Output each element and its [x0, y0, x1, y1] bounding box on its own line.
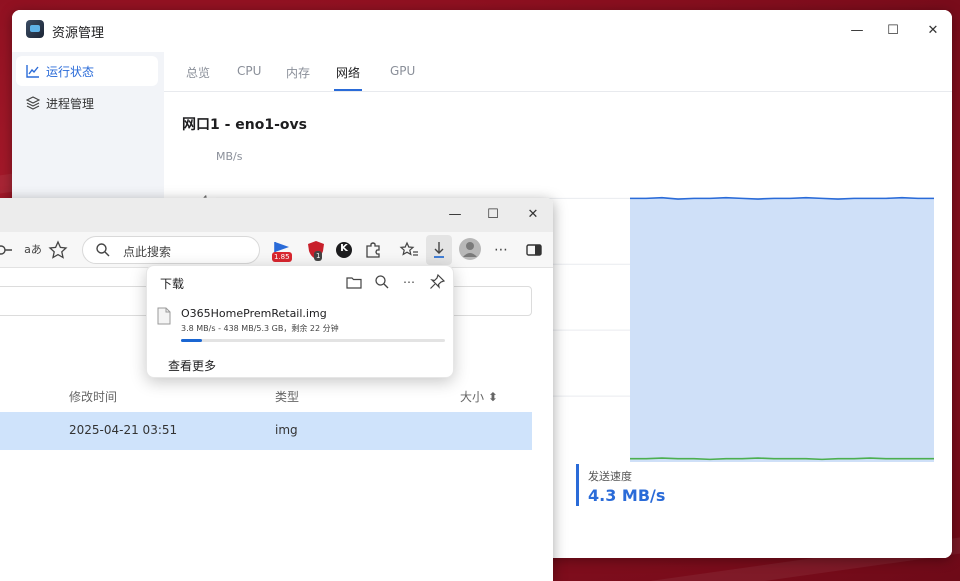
column-header-type[interactable]: 类型 — [275, 388, 299, 405]
column-header-modified[interactable]: 修改时间 — [69, 388, 117, 405]
pin-icon[interactable] — [429, 274, 445, 290]
search-placeholder: 点此搜索 — [123, 245, 172, 259]
close-button[interactable]: ✕ — [918, 19, 948, 43]
search-downloads-icon[interactable] — [374, 274, 390, 290]
sidebar-toggle-icon[interactable] — [524, 240, 544, 260]
download-progress-fill — [181, 339, 203, 342]
maximize-button[interactable]: ☐ — [878, 19, 908, 43]
browser-titlebar[interactable]: — ☐ ✕ — [0, 198, 553, 232]
profile-avatar[interactable] — [459, 238, 481, 260]
downloads-button[interactable] — [426, 235, 452, 265]
extension-badge: 1.85 — [272, 252, 292, 262]
line-chart-icon — [26, 65, 39, 78]
open-folder-icon[interactable] — [346, 274, 362, 290]
browser-window: — ☐ ✕ aあ 点此搜索 1.85 1 K ⋯ 修改时间 类型 大小 ⬍ 20… — [0, 198, 553, 581]
extension-k-icon[interactable]: K — [333, 239, 355, 261]
more-menu-icon[interactable]: ⋯ — [491, 240, 511, 260]
extension-badge: 1 — [314, 251, 323, 261]
tab-cpu[interactable]: CPU — [237, 64, 261, 78]
favorite-star-icon[interactable] — [48, 240, 68, 260]
speed-indicator-bar — [576, 464, 579, 506]
rm-tab-bar: 总览 CPU 内存 网络 GPU — [164, 52, 952, 92]
chart-unit-label: MB/s — [216, 150, 243, 163]
download-status: 3.8 MB/s - 438 MB/5.3 GB，剩余 22 分钟 — [181, 324, 339, 333]
file-icon — [157, 307, 171, 325]
sidebar-item-status[interactable]: 运行状态 — [16, 56, 158, 86]
browser-maximize-button[interactable]: ☐ — [478, 204, 508, 226]
read-aloud-icon[interactable]: aあ — [22, 240, 44, 260]
download-progress-track — [181, 339, 445, 342]
sidebar-item-label: 运行状态 — [46, 65, 95, 79]
see-more-link[interactable]: 查看更多 — [168, 357, 216, 374]
search-box[interactable]: 点此搜索 — [82, 236, 260, 264]
series-line — [630, 457, 934, 461]
search-icon — [96, 243, 110, 257]
row-modified-time: 2025-04-21 03:51 — [69, 423, 178, 437]
downloads-title: 下载 — [160, 277, 185, 291]
column-header-size[interactable]: 大小 ⬍ — [460, 388, 498, 405]
key-icon[interactable] — [0, 240, 14, 260]
row-file-type: img — [275, 423, 298, 437]
sidebar-item-label: 进程管理 — [46, 97, 95, 111]
rm-window-title: 资源管理 — [52, 26, 105, 41]
browser-close-button[interactable]: ✕ — [518, 204, 548, 226]
app-logo-icon — [26, 20, 44, 38]
interface-title: 网口1 - eno1-ovs — [182, 117, 308, 133]
download-filename[interactable]: O365HomePremRetail.img — [181, 307, 327, 320]
layers-icon — [26, 96, 40, 110]
send-speed-label: 发送速度 — [588, 470, 632, 483]
favorites-list-icon[interactable] — [399, 240, 419, 260]
extension-shield-icon[interactable]: 1 — [305, 239, 327, 261]
downloads-panel: 下载 ⋯ O365HomePremRetail.img 3.8 MB/s - 4… — [146, 265, 454, 378]
download-arrow-icon — [434, 242, 444, 258]
tab-network[interactable]: 网络 — [333, 64, 363, 91]
user-icon — [463, 242, 477, 257]
tab-gpu[interactable]: GPU — [390, 64, 415, 78]
send-speed-value: 4.3 MB/s — [588, 486, 666, 505]
sidebar-item-processes[interactable]: 进程管理 — [16, 88, 158, 118]
extension-letter: K — [340, 243, 348, 254]
rm-titlebar[interactable]: 资源管理 — ☐ ✕ — [12, 10, 952, 52]
minimize-button[interactable]: — — [842, 19, 872, 43]
downloads-more-icon[interactable]: ⋯ — [401, 274, 417, 290]
browser-toolbar: aあ 点此搜索 1.85 1 K ⋯ — [0, 232, 553, 268]
table-row[interactable]: 2025-04-21 03:51 img — [0, 412, 532, 450]
tab-overview[interactable]: 总览 — [186, 64, 210, 81]
browser-minimize-button[interactable]: — — [440, 204, 470, 226]
tab-memory[interactable]: 内存 — [286, 64, 310, 81]
extension-flag-icon[interactable]: 1.85 — [271, 239, 293, 262]
extensions-puzzle-icon[interactable] — [363, 240, 383, 260]
series-area — [630, 197, 934, 462]
